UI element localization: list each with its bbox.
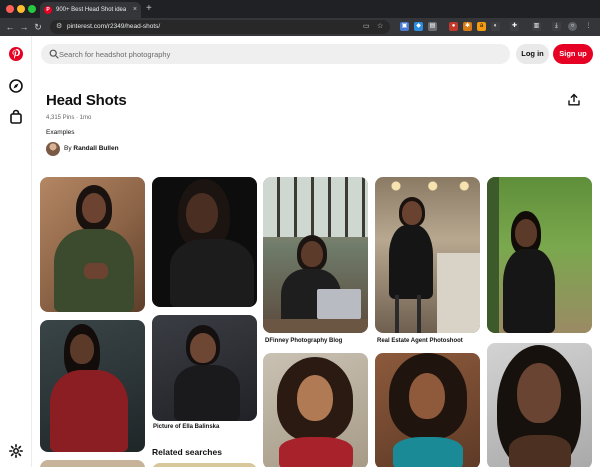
profile-avatar-icon[interactable]: ○: [568, 22, 577, 31]
pin-card[interactable]: [375, 177, 480, 333]
search-input[interactable]: [59, 44, 499, 64]
pin-card[interactable]: [40, 177, 145, 312]
extensions-puzzle-icon[interactable]: ✚: [510, 22, 519, 31]
related-searches-title: Related searches: [152, 447, 222, 457]
explore-compass-icon[interactable]: [8, 78, 24, 94]
sidebar-panel-icon[interactable]: ▥: [532, 22, 541, 31]
bookmark-star-icon[interactable]: ☆: [377, 20, 383, 34]
forward-arrow-icon[interactable]: →: [18, 20, 30, 34]
pinterest-logo-icon[interactable]: [8, 46, 24, 62]
board-title: Head Shots: [46, 92, 127, 109]
pin-caption[interactable]: DFinney Photography Blog: [265, 338, 342, 344]
back-arrow-icon[interactable]: ←: [4, 20, 16, 34]
pin-card[interactable]: [40, 320, 145, 452]
cast-icon[interactable]: ▭: [363, 20, 370, 34]
tab-close-icon[interactable]: ×: [133, 2, 137, 18]
pin-card[interactable]: [40, 460, 145, 467]
share-upload-icon[interactable]: [567, 93, 581, 107]
pin-card[interactable]: [152, 315, 257, 421]
extension-2-icon[interactable]: ◆: [414, 22, 423, 31]
pin-card[interactable]: [152, 177, 257, 307]
browser-tab-active[interactable]: P 900+ Best Head Shot ideas ×: [40, 2, 141, 18]
board-description: Examples: [46, 129, 75, 136]
shopping-bag-icon[interactable]: [8, 109, 24, 125]
extension-4-icon[interactable]: ●: [449, 22, 458, 31]
browser-titlebar: P 900+ Best Head Shot ideas × +: [0, 0, 600, 18]
pin-caption[interactable]: Real Estate Agent Photoshoot: [377, 338, 463, 344]
login-button[interactable]: Log in: [516, 44, 549, 64]
pinterest-page: Log in Sign up Head Shots 4,315 Pins · 1…: [0, 36, 600, 467]
pin-card[interactable]: [487, 177, 592, 333]
author-prefix: By: [64, 145, 72, 152]
pin-caption[interactable]: Picture of Ella Balinska: [153, 424, 219, 430]
signup-button[interactable]: Sign up: [553, 44, 593, 64]
extension-3-icon[interactable]: ▤: [428, 22, 437, 31]
browser-menu-icon[interactable]: ⋮: [584, 22, 593, 31]
pin-card[interactable]: [487, 343, 592, 467]
maximize-window-button[interactable]: [28, 5, 36, 13]
address-bar-url: pinterest.com/r2349/head-shots/: [67, 23, 161, 30]
extension-5-icon[interactable]: ✱: [463, 22, 472, 31]
browser-toolbar: ← → ↻ ⚙ pinterest.com/r2349/head-shots/ …: [0, 18, 600, 36]
pinterest-favicon-icon: P: [44, 6, 52, 14]
pin-card[interactable]: [263, 177, 368, 333]
board-author[interactable]: By Randall Bullen: [64, 145, 119, 152]
new-tab-button[interactable]: +: [146, 1, 152, 17]
author-avatar[interactable]: [46, 142, 60, 156]
extension-6-icon[interactable]: ◐: [491, 22, 500, 31]
search-bar[interactable]: [41, 44, 510, 64]
search-icon: [49, 49, 59, 59]
reload-icon[interactable]: ↻: [32, 20, 44, 34]
minimize-window-button[interactable]: [17, 5, 25, 13]
left-sidebar: [0, 36, 32, 467]
related-search-card[interactable]: [152, 463, 257, 467]
pin-card[interactable]: [375, 353, 480, 467]
author-name[interactable]: Randall Bullen: [73, 145, 118, 152]
settings-gear-icon[interactable]: [8, 443, 24, 459]
tab-title: 900+ Best Head Shot ideas: [56, 7, 126, 13]
amazon-extension-icon[interactable]: a: [477, 22, 486, 31]
address-bar[interactable]: ⚙ pinterest.com/r2349/head-shots/ ▭ ☆: [50, 20, 390, 34]
pin-card[interactable]: [263, 353, 368, 467]
site-info-icon[interactable]: ⚙: [56, 22, 62, 32]
board-pin-count: 4,315 Pins · 1mo: [46, 115, 92, 121]
extension-1-icon[interactable]: ▣: [400, 22, 409, 31]
downloads-icon[interactable]: ⤓: [552, 22, 561, 31]
close-window-button[interactable]: [6, 5, 14, 13]
